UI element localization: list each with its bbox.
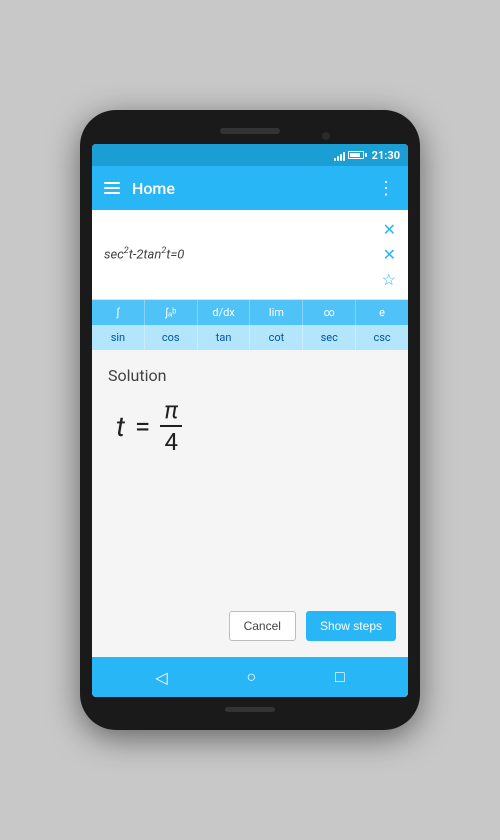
kb-euler[interactable]: e xyxy=(356,300,408,325)
battery-icon xyxy=(348,151,364,159)
math-keyboard: ∫ ∫ₐᵇ d/dx lim ∞ e sin cos tan cot sec c… xyxy=(92,300,408,350)
phone-camera xyxy=(322,132,330,140)
hamburger-line-2 xyxy=(104,187,120,189)
battery-fill xyxy=(350,153,361,157)
input-area: ✕ sec2t-2tan2t=0 ✕ ☆ xyxy=(92,210,408,300)
app-title: Home xyxy=(132,179,365,198)
kb-definite-integral[interactable]: ∫ₐᵇ xyxy=(145,300,198,325)
keyboard-row-1: ∫ ∫ₐᵇ d/dx lim ∞ e xyxy=(92,300,408,325)
show-steps-button[interactable]: Show steps xyxy=(306,611,396,641)
main-content: ✕ sec2t-2tan2t=0 ✕ ☆ ∫ ∫ₐᵇ xyxy=(92,210,408,657)
hamburger-line-1 xyxy=(104,182,120,184)
kb-integral[interactable]: ∫ xyxy=(92,300,145,325)
keyboard-row-2: sin cos tan cot sec csc xyxy=(92,325,408,350)
signal-bar-4 xyxy=(343,152,345,161)
fraction-numerator: π xyxy=(160,397,182,423)
kb-cot[interactable]: cot xyxy=(250,325,303,350)
close-icon-top[interactable]: ✕ xyxy=(383,220,396,239)
kb-derivative[interactable]: d/dx xyxy=(198,300,251,325)
solution-label: Solution xyxy=(108,366,392,385)
kb-csc[interactable]: csc xyxy=(356,325,408,350)
kb-sin[interactable]: sin xyxy=(92,325,145,350)
kb-cos[interactable]: cos xyxy=(145,325,198,350)
more-options-icon[interactable]: ⋮ xyxy=(377,178,396,199)
fraction-denominator: 4 xyxy=(160,429,182,455)
home-nav-icon[interactable]: ○ xyxy=(246,667,256,687)
status-bar: 21:30 xyxy=(92,144,408,166)
solution-equals: = xyxy=(135,410,150,443)
status-icons xyxy=(334,149,364,161)
signal-bar-1 xyxy=(334,158,336,161)
recent-nav-icon[interactable]: □ xyxy=(335,667,345,687)
phone-screen: 21:30 Home ⋮ ✕ sec2t-2tan2t=0 xyxy=(92,144,408,697)
hamburger-line-3 xyxy=(104,192,120,194)
back-nav-icon[interactable]: ◁ xyxy=(155,668,167,687)
phone-home-button[interactable] xyxy=(225,707,275,712)
buttons-row: Cancel Show steps xyxy=(92,603,408,657)
close-icon-equation[interactable]: ✕ xyxy=(383,245,396,264)
status-time: 21:30 xyxy=(372,149,400,162)
equation-row: sec2t-2tan2t=0 ✕ xyxy=(92,241,408,268)
phone-speaker xyxy=(220,128,280,134)
equation-display: sec2t-2tan2t=0 xyxy=(104,246,184,262)
fraction-bar xyxy=(160,425,182,427)
app-bar: Home ⋮ xyxy=(92,166,408,210)
cancel-button[interactable]: Cancel xyxy=(229,611,296,641)
star-row: ☆ xyxy=(92,268,408,291)
signal-bars xyxy=(334,149,345,161)
kb-infinity[interactable]: ∞ xyxy=(303,300,356,325)
signal-bar-2 xyxy=(337,156,339,161)
hamburger-menu-icon[interactable] xyxy=(104,182,120,194)
signal-bar-3 xyxy=(340,154,342,161)
nav-bar: ◁ ○ □ xyxy=(92,657,408,697)
phone-device: 21:30 Home ⋮ ✕ sec2t-2tan2t=0 xyxy=(80,110,420,730)
star-icon[interactable]: ☆ xyxy=(382,270,396,289)
kb-tan[interactable]: tan xyxy=(198,325,251,350)
kb-sec[interactable]: sec xyxy=(303,325,356,350)
solution-fraction: π 4 xyxy=(160,397,182,456)
solution-variable: t xyxy=(116,410,125,443)
kb-limit[interactable]: lim xyxy=(250,300,303,325)
input-close-row: ✕ xyxy=(92,218,408,241)
solution-area: Solution t = π 4 xyxy=(92,350,408,603)
solution-math: t = π 4 xyxy=(108,397,392,456)
